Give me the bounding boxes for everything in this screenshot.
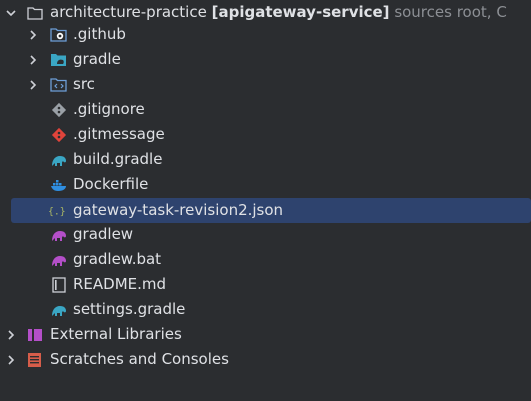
tree-label: README.md (73, 275, 167, 293)
chevron-down-icon[interactable] (4, 6, 18, 20)
tree-label: build.gradle (73, 150, 163, 168)
module-name: [apigateway-service] (211, 3, 390, 21)
tree-row-gateway-json-selected[interactable]: {.} gateway-task-revision2.json (11, 198, 531, 223)
tree-row-settings-gradle[interactable]: settings.gradle (0, 297, 531, 322)
chevron-right-icon[interactable] (4, 353, 18, 367)
tree-row-gradlew-bat[interactable]: gradlew.bat (0, 247, 531, 272)
gradlew-bat-icon (50, 251, 68, 269)
library-icon (26, 326, 44, 344)
gradlew-icon (50, 226, 68, 244)
folder-github-icon (50, 26, 68, 44)
docker-icon (50, 176, 68, 194)
project-tree: architecture-practice [apigateway-servic… (0, 0, 531, 401)
tree-label: Scratches and Consoles (50, 350, 229, 368)
tree-label: Dockerfile (73, 175, 149, 193)
project-hint: sources root, C (394, 3, 507, 21)
chevron-right-icon[interactable] (26, 28, 40, 42)
tree-label: .gitmessage (73, 125, 165, 143)
tree-label: gradlew.bat (73, 250, 162, 268)
tree-label: settings.gradle (73, 300, 186, 318)
tree-row-gradle[interactable]: gradle (0, 47, 531, 72)
folder-source-icon (50, 76, 68, 94)
markdown-icon (50, 276, 68, 294)
git-icon (50, 126, 68, 144)
gradle-elephant-icon (50, 151, 68, 169)
tree-row-external-libraries[interactable]: External Libraries (0, 322, 531, 347)
tree-row-readme[interactable]: README.md (0, 272, 531, 297)
chevron-right-icon[interactable] (26, 53, 40, 67)
tree-row-gitmessage[interactable]: .gitmessage (0, 122, 531, 147)
tree-label: .github (73, 25, 126, 43)
tree-label: .gitignore (73, 100, 145, 118)
tree-label: gateway-task-revision2.json (73, 201, 284, 219)
tree-row-scratches-consoles[interactable]: Scratches and Consoles (0, 347, 531, 372)
tree-label: src (73, 75, 95, 93)
gradle-settings-icon (50, 301, 68, 319)
json-icon: {.} (48, 202, 66, 220)
tree-row-gradlew[interactable]: gradlew (0, 222, 531, 247)
tree-label: gradle (73, 50, 121, 68)
folder-gradle-icon (50, 51, 68, 69)
chevron-right-icon[interactable] (4, 328, 18, 342)
scratches-icon (26, 351, 44, 369)
chevron-right-icon[interactable] (26, 78, 40, 92)
tree-row-dockerfile[interactable]: Dockerfile (0, 172, 531, 197)
tree-row-build-gradle[interactable]: build.gradle (0, 147, 531, 172)
tree-label: External Libraries (50, 325, 182, 343)
tree-label: gradlew (73, 225, 134, 243)
project-name: architecture-practice (50, 3, 207, 21)
tree-row-github[interactable]: .github (0, 22, 531, 47)
gitignore-icon (50, 101, 68, 119)
svg-text:{.}: {.} (48, 206, 66, 217)
tree-row-gitignore[interactable]: .gitignore (0, 97, 531, 122)
tree-row-src[interactable]: src (0, 72, 531, 97)
folder-icon (26, 4, 44, 22)
